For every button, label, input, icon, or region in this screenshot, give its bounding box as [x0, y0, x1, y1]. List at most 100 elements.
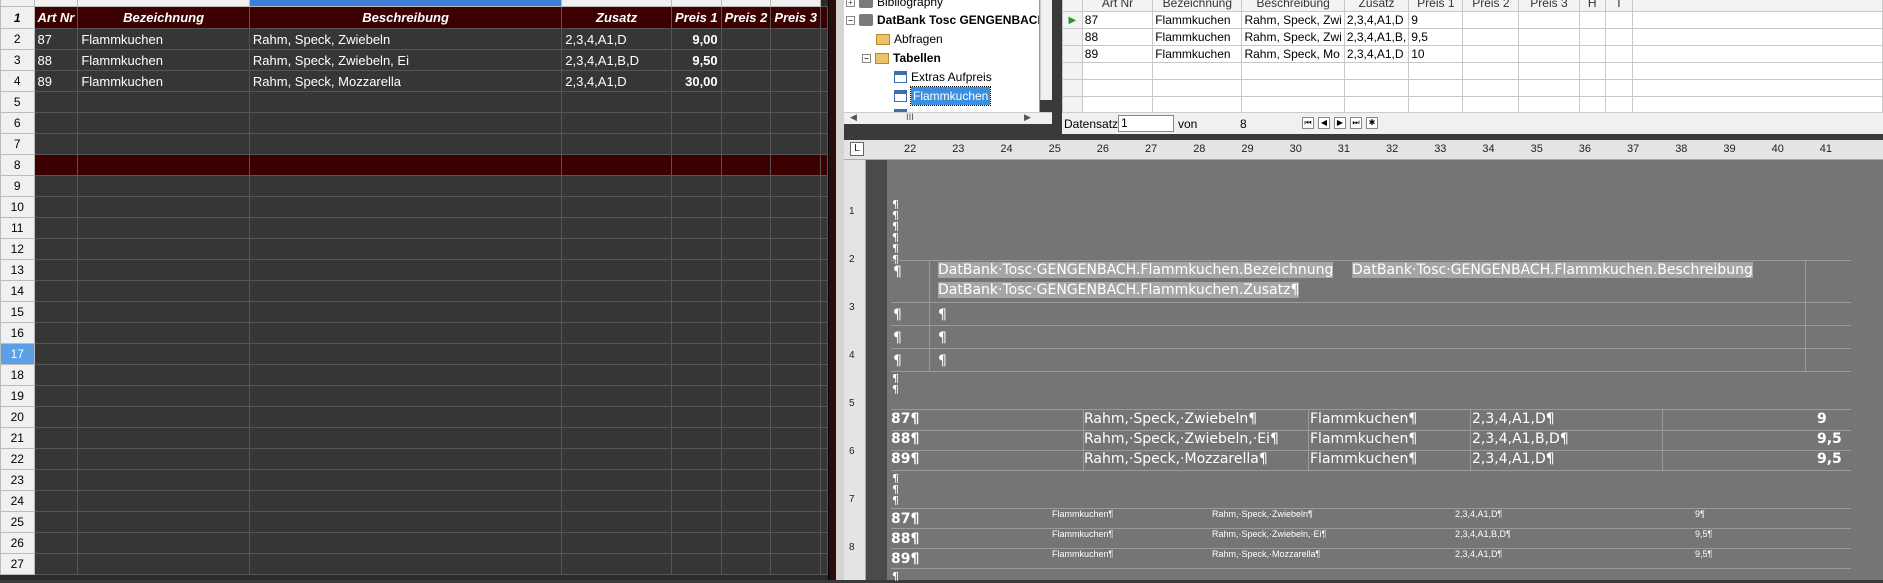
data-grid[interactable]: Art Nr Bezeichnung Beschreibung Zusatz Preis… — [1062, 0, 1883, 112]
grid-corner[interactable] — [1062, 0, 1083, 12]
empty-cell[interactable] — [561, 259, 672, 281]
empty-cell[interactable] — [33, 343, 79, 365]
column-title-cell[interactable]: Art Nr — [33, 6, 79, 29]
grid-empty-cell[interactable] — [1152, 96, 1243, 112]
empty-cell[interactable] — [770, 175, 821, 197]
empty-cell[interactable] — [248, 238, 563, 260]
empty-cell[interactable] — [248, 490, 563, 512]
empty-cell[interactable] — [33, 406, 79, 428]
empty-cell[interactable] — [770, 385, 821, 407]
empty-cell[interactable] — [671, 553, 722, 575]
empty-cell[interactable] — [561, 175, 672, 197]
empty-cell[interactable] — [77, 154, 250, 176]
empty-cell[interactable] — [720, 553, 772, 575]
empty-cell[interactable] — [671, 238, 722, 260]
grid-empty-cell[interactable] — [1152, 79, 1243, 97]
document-table-cell-small[interactable]: 2,3,4,A1,D¶ — [1455, 509, 1502, 519]
empty-cell[interactable] — [561, 301, 672, 323]
data-cell[interactable] — [720, 49, 772, 71]
data-cell[interactable]: Rahm, Speck, Zwiebeln — [248, 28, 563, 50]
empty-cell[interactable] — [671, 406, 722, 428]
first-record-icon[interactable]: ⏮ — [1302, 117, 1314, 129]
empty-cell[interactable] — [820, 343, 828, 365]
data-cell[interactable]: Flammkuchen — [77, 49, 250, 71]
empty-cell[interactable] — [720, 406, 772, 428]
grid-column-header[interactable]: Zusatz — [1343, 0, 1410, 12]
document-table-cell-small[interactable]: Flammkuchen¶ — [1052, 529, 1113, 539]
empty-cell[interactable] — [33, 280, 79, 302]
empty-cell[interactable] — [561, 280, 672, 302]
empty-cell[interactable] — [33, 175, 79, 197]
empty-cell[interactable] — [770, 196, 821, 218]
document-table-cell-small[interactable]: 2,3,4,A1,D¶ — [1455, 549, 1502, 559]
document-table-cell-small[interactable]: Rahm,·Speck,·Mozzarella¶ — [1212, 549, 1320, 559]
empty-cell[interactable] — [720, 175, 772, 197]
empty-cell[interactable] — [820, 427, 828, 449]
scroll-thumb[interactable]: III — [906, 113, 914, 123]
empty-cell[interactable] — [77, 217, 250, 239]
row-number[interactable]: 19 — [0, 385, 35, 407]
document-table-cell[interactable]: 9 — [1817, 411, 1827, 427]
grid-empty-cell[interactable] — [1462, 79, 1520, 97]
empty-cell[interactable] — [720, 133, 772, 155]
empty-cell[interactable] — [820, 280, 828, 302]
grid-empty-cell[interactable] — [1578, 11, 1606, 29]
row-number[interactable]: 2 — [0, 28, 35, 50]
grid-empty-cell[interactable] — [1241, 62, 1345, 80]
row-number[interactable]: 24 — [0, 490, 35, 512]
document-table-cell-small[interactable]: Rahm,·Speck,·Zwiebeln,·Ei¶ — [1212, 529, 1326, 539]
empty-cell[interactable] — [820, 364, 828, 386]
grid-cell[interactable]: Flammkuchen — [1152, 11, 1243, 29]
empty-cell[interactable] — [561, 490, 672, 512]
grid-cell[interactable]: 2,3,4,A1,D — [1343, 11, 1410, 29]
empty-cell[interactable] — [720, 217, 772, 239]
row-number[interactable]: 11 — [0, 217, 35, 239]
window-splitter[interactable] — [836, 0, 844, 580]
empty-cell[interactable] — [33, 532, 79, 554]
grid-cell[interactable]: Flammkuchen — [1152, 28, 1243, 46]
empty-cell[interactable] — [33, 490, 79, 512]
empty-cell[interactable] — [820, 448, 828, 470]
next-record-icon[interactable]: ▶ — [1334, 117, 1346, 129]
empty-cell[interactable] — [77, 385, 250, 407]
document-table-cell[interactable]: 2,3,4,A1,B,D¶ — [1472, 431, 1569, 447]
empty-cell[interactable] — [671, 175, 722, 197]
empty-cell[interactable] — [248, 217, 563, 239]
empty-cell[interactable] — [820, 490, 828, 512]
grid-empty-cell[interactable] — [1631, 79, 1883, 97]
empty-cell[interactable] — [248, 322, 563, 344]
empty-cell[interactable] — [671, 343, 722, 365]
empty-cell[interactable] — [561, 343, 672, 365]
empty-cell[interactable] — [33, 196, 79, 218]
empty-cell[interactable] — [33, 112, 79, 134]
tree-vertical-scrollbar[interactable] — [1040, 0, 1052, 100]
tab-stop-icon[interactable]: L — [850, 142, 864, 156]
empty-cell[interactable] — [248, 553, 563, 575]
grid-empty-cell[interactable] — [1241, 79, 1345, 97]
document-table-cell[interactable]: Flammkuchen¶ — [1310, 451, 1417, 467]
empty-cell[interactable] — [720, 490, 772, 512]
empty-cell[interactable] — [248, 511, 563, 533]
grid-cell[interactable]: 9,5 — [1408, 28, 1464, 46]
empty-cell[interactable] — [248, 406, 563, 428]
grid-cell[interactable]: 2,3,4,A1,B, — [1343, 28, 1410, 46]
empty-cell[interactable] — [77, 196, 250, 218]
grid-column-header[interactable]: Bezeichnung — [1152, 0, 1243, 12]
empty-cell[interactable] — [561, 196, 672, 218]
document-table-cell[interactable]: 2,3,4,A1,D¶ — [1472, 451, 1555, 467]
grid-empty-cell[interactable] — [1343, 96, 1410, 112]
empty-cell[interactable] — [248, 280, 563, 302]
empty-cell[interactable] — [561, 511, 672, 533]
row-number[interactable]: 10 — [0, 196, 35, 218]
document-table-cell[interactable]: 9,5 — [1817, 431, 1842, 447]
empty-cell[interactable] — [671, 364, 722, 386]
grid-empty-cell[interactable] — [1152, 62, 1243, 80]
empty-cell[interactable] — [671, 280, 722, 302]
grid-row[interactable] — [1062, 62, 1883, 80]
datasource-tree[interactable]: + Bibliography − DatBank Tosc GENGENBACH… — [844, 0, 1040, 114]
column-title-cell[interactable]: Bezeichnung — [77, 6, 250, 29]
empty-cell[interactable] — [33, 259, 79, 281]
empty-cell[interactable] — [33, 553, 79, 575]
empty-cell[interactable] — [77, 490, 250, 512]
grid-empty-cell[interactable] — [1343, 79, 1410, 97]
